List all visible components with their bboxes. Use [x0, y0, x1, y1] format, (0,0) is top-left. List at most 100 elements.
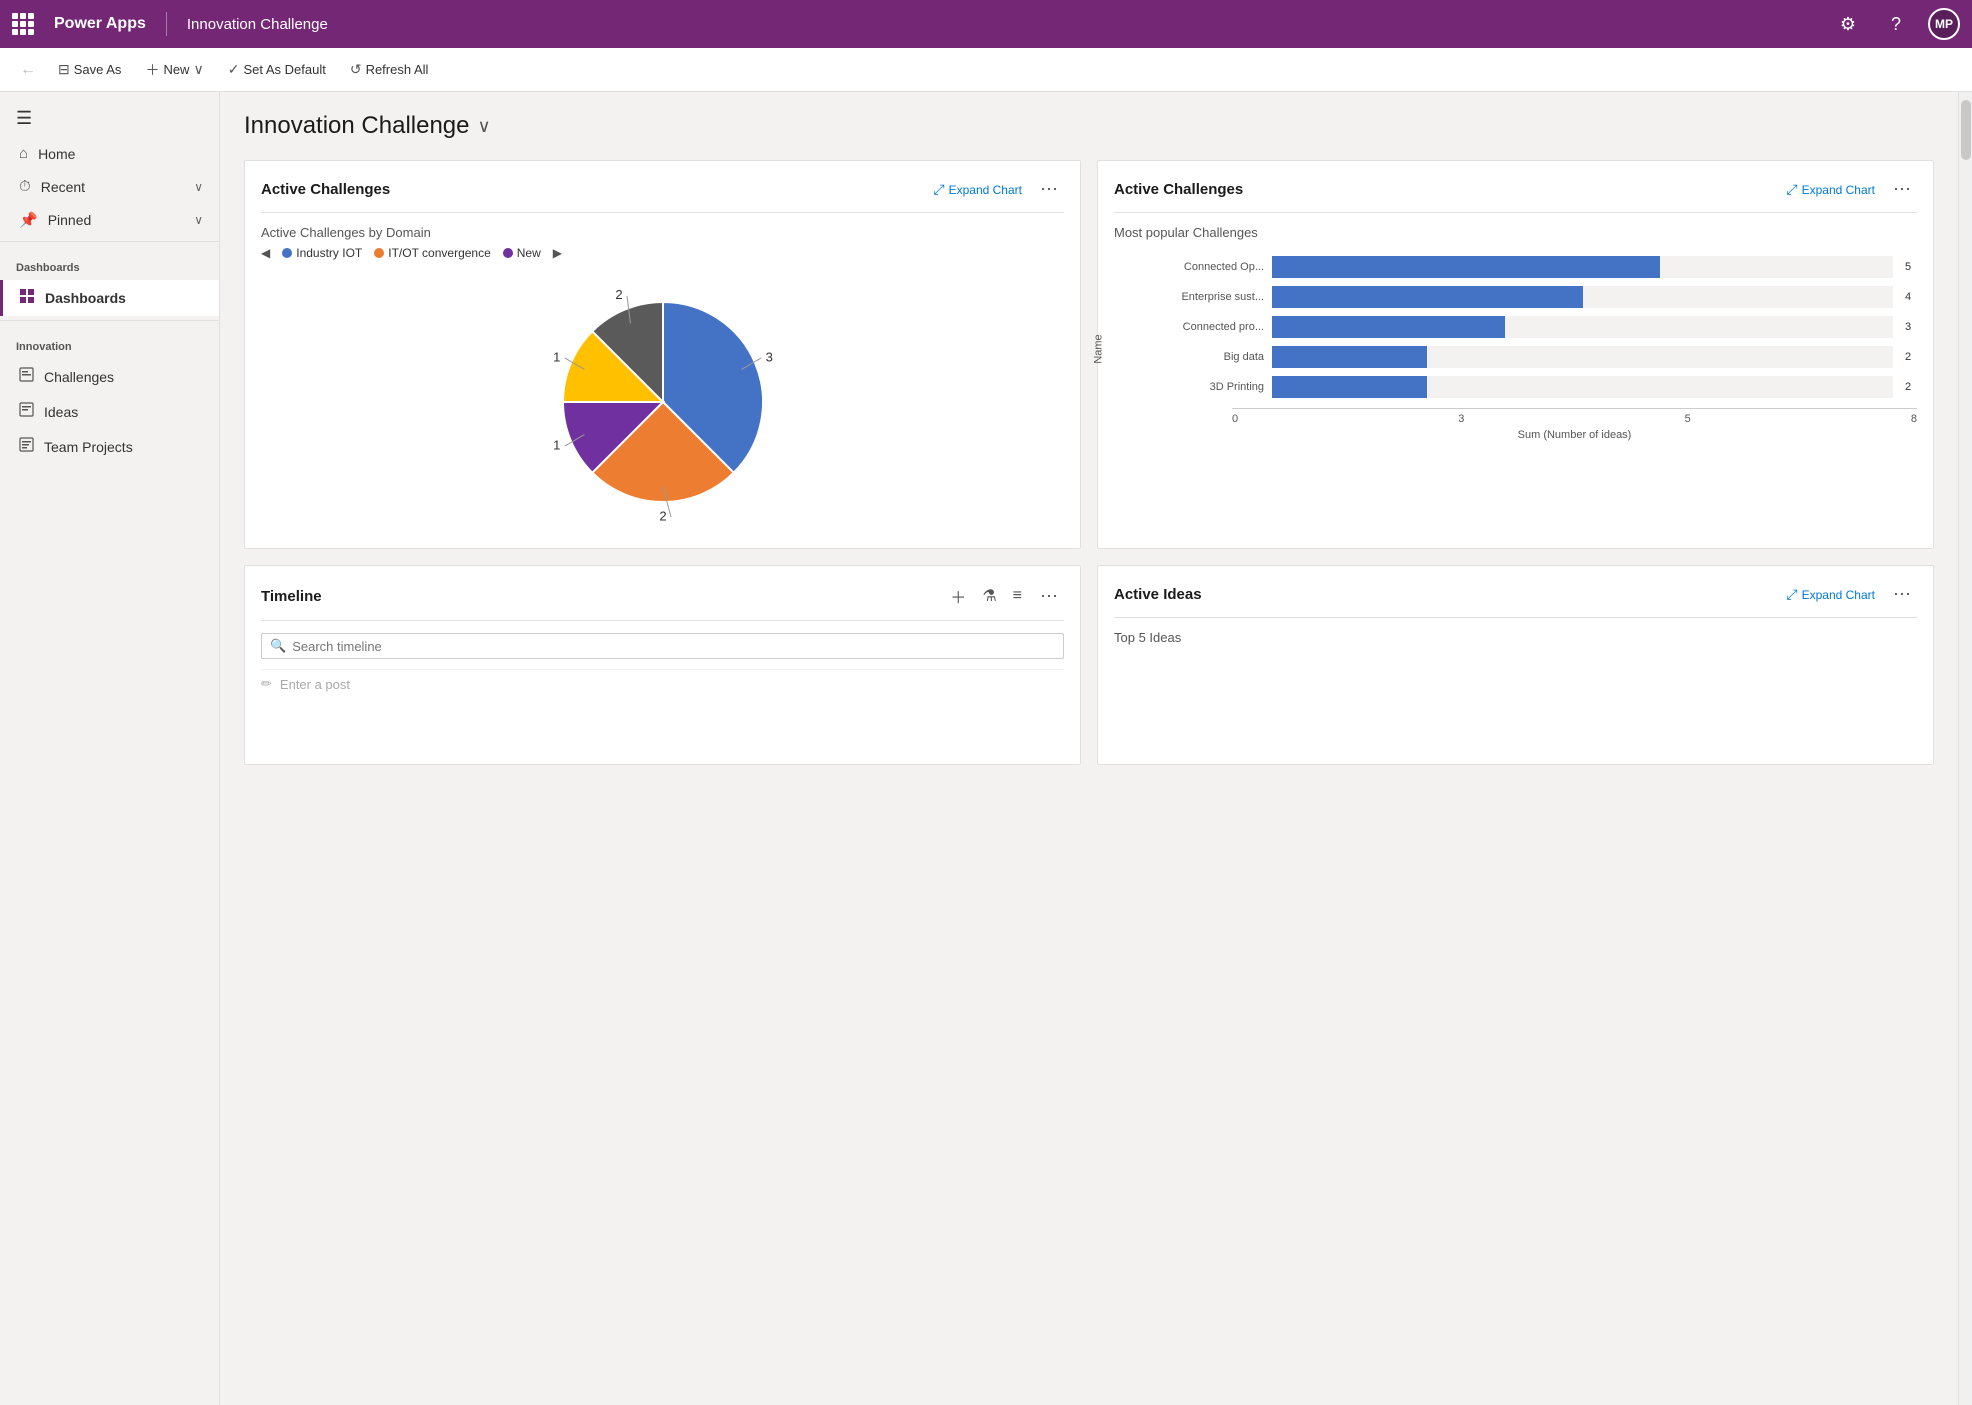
bar-value-0: 5	[1905, 261, 1917, 273]
bar-value-4: 2	[1905, 381, 1917, 393]
bar-chart-wrapper: Name Connected Op... 5 Enterprise sust..…	[1114, 256, 1917, 441]
svg-text:1: 1	[553, 349, 560, 364]
legend-next-icon[interactable]: ▶	[553, 246, 562, 260]
bar-card-title: Active Challenges	[1114, 181, 1774, 198]
active-challenges-pie-card: Active Challenges ⤢ Expand Chart ⋯ Activ…	[244, 160, 1081, 549]
ideas-expand-button[interactable]: ⤢ Expand Chart	[1782, 584, 1879, 605]
active-ideas-card-header: Active Ideas ⤢ Expand Chart ⋯	[1114, 582, 1917, 618]
timeline-enter-post: ✏ Enter a post	[261, 669, 1064, 698]
ideas-icon	[19, 402, 34, 421]
bar-fill-3	[1272, 346, 1427, 368]
sidebar-item-ideas[interactable]: Ideas	[0, 394, 219, 429]
timeline-actions: ＋ ⚗ ≡ ⋯	[946, 582, 1064, 610]
commandbar: ← ⊟ Save As ＋ New ∨ ✓ Set As Default ↺ R…	[0, 48, 1972, 92]
bar-track-3	[1272, 346, 1893, 368]
bar-label-1: Enterprise sust...	[1174, 291, 1264, 303]
challenges-icon	[19, 367, 34, 386]
refreshall-button[interactable]: ↺ Refresh All	[340, 54, 439, 86]
search-icon: 🔍	[270, 638, 286, 654]
bar-x-axis-label: Sum (Number of ideas)	[1134, 429, 1917, 441]
sidebar-item-dashboards[interactable]: Dashboards	[0, 280, 219, 316]
bar-row-2: Connected pro... 3	[1174, 316, 1917, 338]
page-title: Innovation Challenge	[244, 112, 470, 140]
refresh-icon: ↺	[350, 61, 362, 78]
bar-value-1: 4	[1905, 291, 1917, 303]
sidebar-item-teamprojects[interactable]: Team Projects	[0, 429, 219, 464]
recent-icon: ⏱	[19, 178, 31, 195]
svg-text:3: 3	[765, 349, 772, 364]
hamburger-menu[interactable]: ☰	[0, 100, 219, 137]
pie-more-button[interactable]: ⋯	[1034, 177, 1064, 202]
timeline-more-button[interactable]: ⋯	[1034, 584, 1064, 609]
topbar-page-name: Innovation Challenge	[187, 16, 328, 33]
timeline-sort-button[interactable]: ≡	[1009, 585, 1026, 607]
sidebar-item-home[interactable]: ⌂ Home	[0, 137, 219, 170]
bar-label-3: Big data	[1174, 351, 1264, 363]
new-chevron-icon: ∨	[193, 61, 203, 78]
sidebar-divider-2	[0, 320, 219, 321]
ideas-more-button[interactable]: ⋯	[1887, 582, 1917, 607]
bar-track-2	[1272, 316, 1893, 338]
bar-value-2: 3	[1905, 321, 1917, 333]
sidebar: ☰ ⌂ Home ⏱ Recent ∨ 📌 Pinned ∨ Dashboard…	[0, 92, 220, 1405]
timeline-search-box[interactable]: 🔍	[261, 633, 1064, 659]
bar-subtitle: Most popular Challenges	[1114, 225, 1917, 240]
app-launcher-icon[interactable]	[12, 13, 34, 35]
bar-fill-2	[1272, 316, 1505, 338]
active-ideas-subtitle: Top 5 Ideas	[1114, 630, 1917, 645]
main-layout: ☰ ⌂ Home ⏱ Recent ∨ 📌 Pinned ∨ Dashboard…	[0, 92, 1972, 1405]
legend-item-0: Industry IOT	[282, 246, 362, 260]
sidebar-item-pinned[interactable]: 📌 Pinned ∨	[0, 203, 219, 237]
sidebar-section-dashboards: Dashboards	[0, 246, 219, 280]
settings-icon[interactable]: ⚙	[1832, 8, 1864, 40]
timeline-filter-button[interactable]: ⚗	[978, 584, 1000, 608]
bar-x-axis: 0 3 5 8	[1134, 413, 1917, 425]
legend-dot-1	[374, 248, 384, 258]
bar-value-3: 2	[1905, 351, 1917, 363]
saveas-icon: ⊟	[58, 61, 70, 78]
help-icon[interactable]: ?	[1880, 8, 1912, 40]
sidebar-item-recent[interactable]: ⏱ Recent ∨	[0, 170, 219, 203]
bar-track-0	[1272, 256, 1893, 278]
legend-item-1: IT/OT convergence	[374, 246, 491, 260]
active-ideas-card: Active Ideas ⤢ Expand Chart ⋯ Top 5 Idea…	[1097, 565, 1934, 765]
scrollbar-thumb[interactable]	[1961, 100, 1971, 160]
legend-dot-0	[282, 248, 292, 258]
legend-prev-icon[interactable]: ◀	[261, 246, 270, 260]
pie-chart: 32112	[261, 272, 1064, 532]
scrollbar-track[interactable]	[1958, 92, 1972, 1405]
bar-row-0: Connected Op... 5	[1174, 256, 1917, 278]
pie-expand-button[interactable]: ⤢ Expand Chart	[929, 179, 1026, 200]
topbar-divider	[166, 12, 167, 36]
pencil-icon: ✏	[261, 676, 272, 692]
new-icon: ＋	[145, 60, 159, 80]
page-title-chevron-icon[interactable]: ∨	[478, 116, 491, 137]
dashboard-grid: Active Challenges ⤢ Expand Chart ⋯ Activ…	[244, 160, 1934, 765]
bar-track-1	[1272, 286, 1893, 308]
bar-label-0: Connected Op...	[1174, 261, 1264, 273]
avatar[interactable]: MP	[1928, 8, 1960, 40]
bar-more-button[interactable]: ⋯	[1887, 177, 1917, 202]
pie-card-title: Active Challenges	[261, 181, 921, 198]
sidebar-item-challenges[interactable]: Challenges	[0, 359, 219, 394]
back-button[interactable]: ←	[12, 57, 44, 83]
timeline-search-input[interactable]	[292, 639, 1055, 654]
setdefault-button[interactable]: ✓ Set As Default	[218, 54, 336, 86]
new-button[interactable]: ＋ New ∨	[135, 54, 213, 86]
bar-row-1: Enterprise sust... 4	[1174, 286, 1917, 308]
svg-text:1: 1	[553, 437, 560, 452]
legend-dot-2	[503, 248, 513, 258]
dashboards-icon	[19, 288, 35, 308]
expand-icon: ⤢	[933, 181, 944, 198]
page-title-row: Innovation Challenge ∨	[244, 112, 1934, 140]
timeline-card-header: Timeline ＋ ⚗ ≡ ⋯	[261, 582, 1064, 621]
teamprojects-icon	[19, 437, 34, 456]
timeline-add-button[interactable]: ＋	[946, 582, 970, 610]
bar-track-4	[1272, 376, 1893, 398]
bar-row-3: Big data 2	[1174, 346, 1917, 368]
content-area: Innovation Challenge ∨ Active Challenges…	[220, 92, 1958, 1405]
saveas-button[interactable]: ⊟ Save As	[48, 54, 131, 86]
pie-legend: ◀ Industry IOT IT/OT convergence New ▶	[261, 246, 1064, 260]
bar-expand-button[interactable]: ⤢ Expand Chart	[1782, 179, 1879, 200]
app-name: Power Apps	[54, 15, 146, 33]
